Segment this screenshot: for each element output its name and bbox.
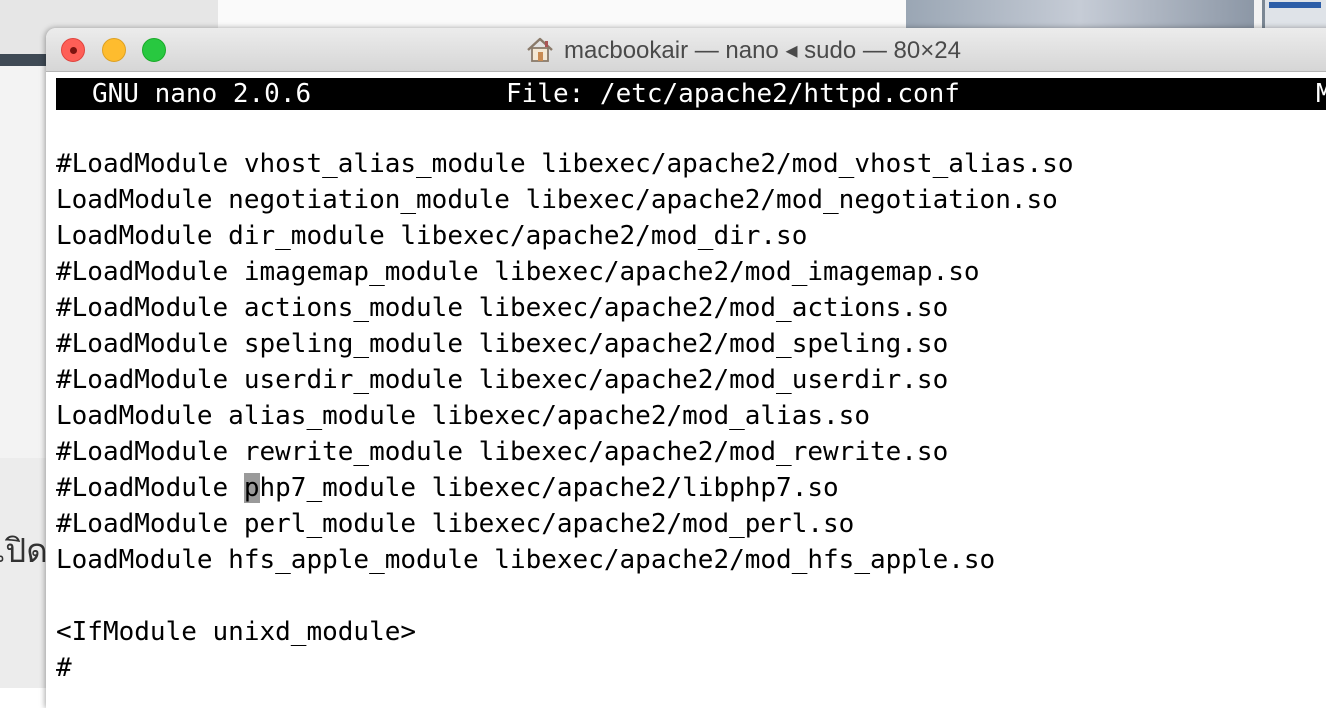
editor-line: #LoadModule imagemap_module libexec/apac… (56, 257, 980, 287)
nano-status: M (1316, 79, 1326, 109)
background-card-top (218, 0, 908, 30)
close-button[interactable] (61, 38, 85, 62)
editor-line: LoadModule alias_module libexec/apache2/… (56, 401, 870, 431)
background-photo (906, 0, 1254, 30)
zoom-button[interactable] (142, 38, 166, 62)
minimize-button[interactable] (102, 38, 126, 62)
editor-line: #LoadModule perl_module libexec/apache2/… (56, 509, 855, 539)
text-cursor: p (243, 473, 260, 503)
editor-line-blank (56, 578, 1073, 614)
editor-line: #LoadModule rewrite_module libexec/apach… (56, 437, 949, 467)
cursor-line-prefix: #LoadModule (56, 473, 244, 503)
editor-line: #LoadModule vhost_alias_module libexec/a… (56, 149, 1074, 179)
home-icon (526, 37, 554, 63)
editor-line: <IfModule unixd_module> (56, 617, 417, 647)
background-thumbnail (1262, 0, 1326, 30)
background-strip (0, 54, 48, 66)
editor-line: # (56, 653, 72, 683)
terminal-window[interactable]: macbookair — nano ◂ sudo — 80×24 GNU nan… (46, 28, 1326, 708)
editor-line: LoadModule hfs_apple_module libexec/apac… (56, 545, 996, 575)
editor-line: LoadModule negotiation_module libexec/ap… (56, 185, 1058, 215)
cursor-line-suffix: hp7_module libexec/apache2/libphp7.so (259, 473, 839, 503)
window-title: macbookair — nano ◂ sudo — 80×24 (564, 36, 961, 64)
editor-line: #LoadModule userdir_module libexec/apach… (56, 365, 949, 395)
window-title-group: macbookair — nano ◂ sudo — 80×24 (526, 28, 961, 72)
nano-version: GNU nano 2.0.6 (92, 79, 312, 109)
editor-buffer[interactable]: #LoadModule vhost_alias_module libexec/a… (56, 146, 1073, 686)
nano-header-bar: GNU nano 2.0.6 File: /etc/apache2/httpd.… (56, 78, 1326, 110)
background-partial-text: เปิด (0, 531, 48, 570)
editor-line: #LoadModule actions_module libexec/apach… (56, 293, 949, 323)
window-titlebar[interactable]: macbookair — nano ◂ sudo — 80×24 (46, 28, 1326, 72)
terminal-content[interactable]: GNU nano 2.0.6 File: /etc/apache2/httpd.… (56, 74, 1326, 708)
nano-file-name: File: /etc/apache2/httpd.conf (506, 79, 960, 109)
editor-line-cursor: #LoadModule php7_module libexec/apache2/… (56, 470, 1073, 506)
editor-line: #LoadModule speling_module libexec/apach… (56, 329, 949, 359)
editor-line: LoadModule dir_module libexec/apache2/mo… (56, 221, 808, 251)
